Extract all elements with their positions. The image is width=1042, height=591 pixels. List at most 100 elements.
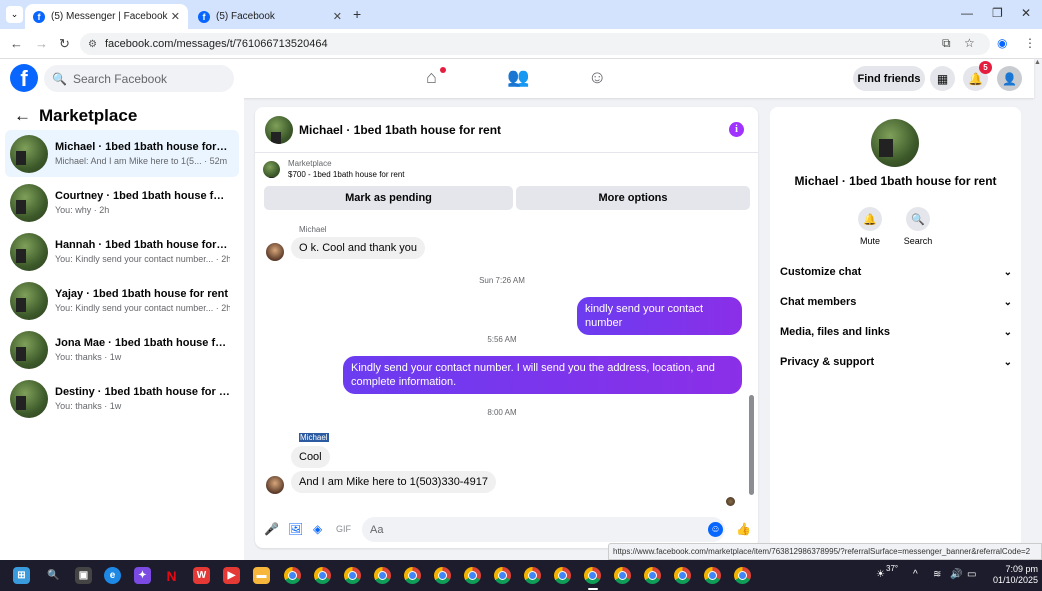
friends-icon[interactable]: 👥 — [507, 67, 529, 88]
back-arrow-icon[interactable]: ← — [14, 106, 31, 126]
chrome-profile-icon[interactable] — [674, 567, 691, 584]
chevron-up-icon[interactable]: ^ — [913, 569, 918, 580]
home-icon[interactable]: ⌂ — [426, 67, 437, 88]
conversation-item[interactable]: Yajay · 1bed 1bath house for rent You: K… — [5, 277, 239, 324]
mark-as-pending-button[interactable]: Mark as pending — [264, 186, 513, 210]
chrome-icon[interactable] — [284, 567, 301, 584]
message-scroll-thumb[interactable] — [749, 395, 754, 495]
chrome-profile-icon[interactable] — [434, 567, 451, 584]
privacy-support-section[interactable]: Privacy & support ⌄ — [780, 350, 1012, 374]
facebook-logo-icon[interactable]: f — [10, 64, 38, 92]
microphone-icon[interactable]: 🎤 — [264, 522, 279, 536]
chevron-down-icon: ⌄ — [1003, 356, 1012, 368]
sidebar-title: ← Marketplace — [14, 106, 137, 126]
window-close-icon[interactable]: ✕ — [1021, 6, 1031, 20]
youtube-icon[interactable]: ▶ — [223, 567, 240, 584]
media-files-links-section[interactable]: Media, files and links ⌄ — [780, 320, 1012, 344]
find-friends-button[interactable]: Find friends — [853, 66, 925, 91]
thumbs-up-icon[interactable]: 👍 — [736, 522, 751, 536]
chrome-profile-icon[interactable] — [464, 567, 481, 584]
site-settings-icon[interactable]: ⚙ — [88, 39, 97, 50]
conversation-item[interactable]: Michael · 1bed 1bath house for rent Mich… — [5, 130, 239, 177]
chrome-profile-icon[interactable] — [734, 567, 751, 584]
tab-search-button[interactable]: ⌄ — [6, 6, 23, 23]
incoming-message[interactable]: O k. Cool and thank you — [291, 237, 426, 259]
account-avatar[interactable]: 👤 — [997, 66, 1022, 91]
search-facebook-input[interactable]: 🔍 Search Facebook — [44, 65, 234, 92]
conversation-item[interactable]: Courtney · 1bed 1bath house for re... Yo… — [5, 179, 239, 226]
maximize-icon[interactable]: ❐ — [992, 6, 1003, 20]
chrome-profile-icon[interactable] — [314, 567, 331, 584]
weather-icon[interactable]: ☀ — [876, 569, 885, 580]
tab-messenger[interactable]: f (5) Messenger | Facebook ✕ — [25, 4, 188, 29]
details-title: Michael · 1bed 1bath house for rent — [794, 174, 997, 188]
active-app-indicator — [588, 588, 598, 590]
minimize-icon[interactable]: — — [961, 6, 973, 20]
volume-icon[interactable]: 🔊 — [950, 569, 962, 580]
tab-facebook[interactable]: f (5) Facebook ✕ — [190, 4, 350, 29]
menu-kebab-icon[interactable]: ⋮ — [1024, 36, 1036, 50]
customize-chat-section[interactable]: Customize chat ⌄ — [780, 260, 1012, 284]
chrome-profile-icon[interactable] — [344, 567, 361, 584]
chrome-profile-icon[interactable] — [494, 567, 511, 584]
chat-title[interactable]: Michael · 1bed 1bath house for rent — [299, 123, 501, 137]
chrome-profile-icon[interactable] — [404, 567, 421, 584]
outgoing-message[interactable]: Kindly send your contact number. I will … — [343, 356, 742, 394]
conversation-preview: Michael: And I am Mike here to 1(5... · … — [55, 156, 228, 166]
chrome-profile-icon[interactable] — [584, 567, 601, 584]
chat-members-section[interactable]: Chat members ⌄ — [780, 290, 1012, 314]
netflix-icon[interactable]: N — [163, 567, 180, 584]
search-button[interactable]: 🔍 Search — [888, 207, 948, 246]
back-arrow-icon[interactable]: ← — [10, 36, 23, 51]
chrome-profile-icon[interactable] — [554, 567, 571, 584]
edge-icon[interactable]: e — [104, 567, 121, 584]
chrome-profile-icon[interactable] — [644, 567, 661, 584]
incoming-message[interactable]: Cool — [291, 446, 330, 468]
install-app-icon[interactable]: ⧉ — [942, 36, 951, 51]
conversation-item[interactable]: Jona Mae · 1bed 1bath house for r... You… — [5, 326, 239, 373]
timestamp: Sun 7:26 AM — [479, 276, 525, 285]
sticker-icon[interactable]: ◈ — [313, 522, 322, 536]
chat-thumbnail[interactable] — [265, 115, 293, 144]
groups-icon[interactable]: ☺ — [588, 67, 606, 88]
wifi-icon[interactable]: ≋ — [933, 569, 941, 580]
close-icon[interactable]: ✕ — [333, 10, 342, 23]
clock[interactable]: 7:09 pm 01/10/2025 — [988, 564, 1038, 586]
page-scroll-up-icon[interactable]: ▲ — [1034, 59, 1042, 66]
menu-grid-icon[interactable]: ▦ — [930, 66, 955, 91]
marketplace-banner[interactable]: Marketplace $700 - 1bed 1bath house for … — [255, 154, 758, 184]
conversation-item[interactable]: Hannah · 1bed 1bath house for rent You: … — [5, 228, 239, 275]
listing-thumbnail — [10, 134, 48, 173]
file-explorer-icon[interactable]: ▬ — [253, 567, 270, 584]
close-icon[interactable]: ✕ — [171, 10, 180, 23]
wps-icon[interactable]: W — [193, 567, 210, 584]
incoming-message[interactable]: And I am Mike here to 1(503)330-4917 — [291, 471, 496, 493]
windows-start-icon[interactable]: ⊞ — [13, 567, 30, 584]
chrome-profile-icon[interactable] — [704, 567, 721, 584]
copilot-icon[interactable]: ✦ — [134, 567, 151, 584]
reload-icon[interactable]: ↻ — [59, 36, 70, 52]
more-options-button[interactable]: More options — [516, 186, 750, 210]
search-icon: 🔍 — [906, 207, 930, 231]
profile-icon[interactable]: ◉ — [997, 36, 1007, 50]
info-icon[interactable]: i — [729, 122, 744, 137]
chrome-profile-icon[interactable] — [614, 567, 631, 584]
outgoing-message[interactable]: kindly send your contact number — [577, 297, 742, 335]
listing-photo[interactable] — [871, 119, 919, 167]
conversation-preview: You: thanks · 1w — [55, 401, 122, 411]
gif-icon[interactable]: GIF — [336, 524, 351, 534]
conversation-item[interactable]: Destiny · 1bed 1bath house for rent You:… — [5, 375, 239, 422]
url-field[interactable]: ⚙ facebook.com/messages/t/76106671352046… — [80, 33, 990, 55]
task-view-icon[interactable]: ▣ — [75, 567, 92, 584]
bookmark-star-icon[interactable]: ☆ — [964, 36, 975, 50]
search-icon[interactable]: 🔍 — [45, 567, 62, 584]
chrome-profile-icon[interactable] — [374, 567, 391, 584]
forward-arrow-icon[interactable]: → — [35, 36, 48, 51]
new-tab-button[interactable]: + — [353, 6, 361, 22]
photo-icon[interactable]: 🖼 — [288, 522, 303, 536]
battery-icon[interactable]: ▭ — [967, 569, 976, 580]
chrome-profile-icon[interactable] — [524, 567, 541, 584]
listing-price: $700 - 1bed 1bath house for rent — [288, 170, 405, 179]
message-input[interactable]: Aa — [362, 517, 725, 542]
emoji-icon[interactable]: ☺ — [708, 522, 723, 537]
